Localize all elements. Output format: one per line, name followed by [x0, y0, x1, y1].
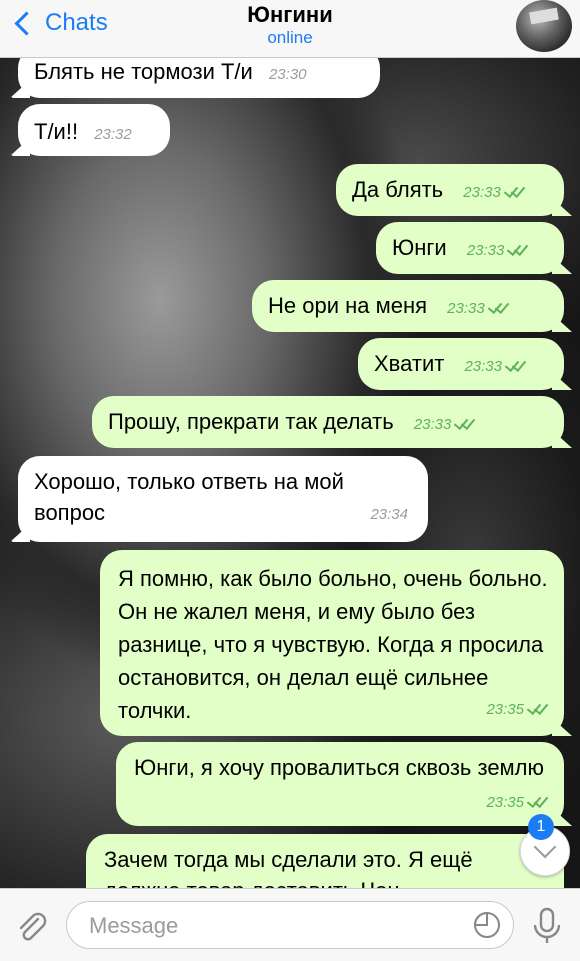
message-text: Юнги	[392, 235, 447, 260]
double-check-icon	[526, 703, 548, 713]
message-time: 23:35	[486, 794, 524, 811]
message-text: Да блять	[352, 177, 444, 202]
double-check-icon	[503, 186, 525, 196]
double-check-icon	[487, 302, 509, 312]
chat-title[interactable]: Юнгини	[0, 2, 580, 28]
message-outgoing[interactable]: Да блять 23:33	[336, 164, 564, 216]
message-text: Юнги, я хочу провалиться сквозь землю	[134, 755, 545, 780]
message-input[interactable]	[87, 912, 451, 940]
message-outgoing[interactable]: Юнги 23:33	[376, 222, 564, 274]
message-time: 23:33	[464, 358, 502, 375]
sticker-icon[interactable]	[473, 911, 501, 939]
message-time: 23:30	[268, 66, 307, 83]
unread-badge: 1	[528, 814, 554, 840]
message-time: 23:33	[447, 300, 485, 317]
message-outgoing[interactable]: Хватит 23:33	[358, 338, 564, 390]
message-time: 23:33	[466, 242, 505, 259]
message-outgoing[interactable]: Я помню, как было больно, очень больно. …	[100, 550, 564, 736]
message-incoming[interactable]: Хорошо, только ответь на мой вопрос 23:3…	[18, 456, 428, 542]
message-outgoing[interactable]: Не ори на меня 23:33	[252, 280, 564, 332]
message-time: 23:33	[463, 184, 501, 201]
double-check-icon	[526, 796, 548, 806]
message-outgoing[interactable]: Прошу, прекрати так делать 23:33	[92, 396, 564, 448]
attach-paperclip-icon[interactable]	[14, 909, 50, 945]
chat-header: Chats Юнгини online	[0, 0, 580, 58]
message-text: Не ори на меня	[268, 293, 428, 318]
message-field[interactable]	[66, 901, 514, 949]
message-time: 23:34	[370, 506, 408, 523]
message-time: 23:32	[94, 126, 132, 143]
microphone-icon[interactable]	[530, 907, 564, 945]
message-time: 23:33	[413, 416, 452, 433]
double-check-icon	[453, 418, 475, 428]
message-input-bar	[0, 888, 580, 961]
double-check-icon	[506, 244, 528, 254]
message-text: Прошу, прекрати так делать	[108, 409, 394, 434]
double-check-icon	[504, 360, 526, 370]
message-text: Т/и!!	[34, 119, 79, 144]
chat-status: online	[267, 28, 313, 47]
avatar[interactable]	[516, 0, 572, 52]
message-text: Блять не тормози Т/и	[34, 59, 253, 84]
message-outgoing[interactable]: Юнги, я хочу провалиться сквозь землю 23…	[116, 742, 564, 826]
message-incoming[interactable]: Т/и!! 23:32	[18, 104, 170, 156]
message-text: Хватит	[374, 351, 445, 376]
message-text: Хорошо, только ответь на мой вопрос	[34, 469, 344, 525]
message-time: 23:35	[486, 701, 524, 718]
